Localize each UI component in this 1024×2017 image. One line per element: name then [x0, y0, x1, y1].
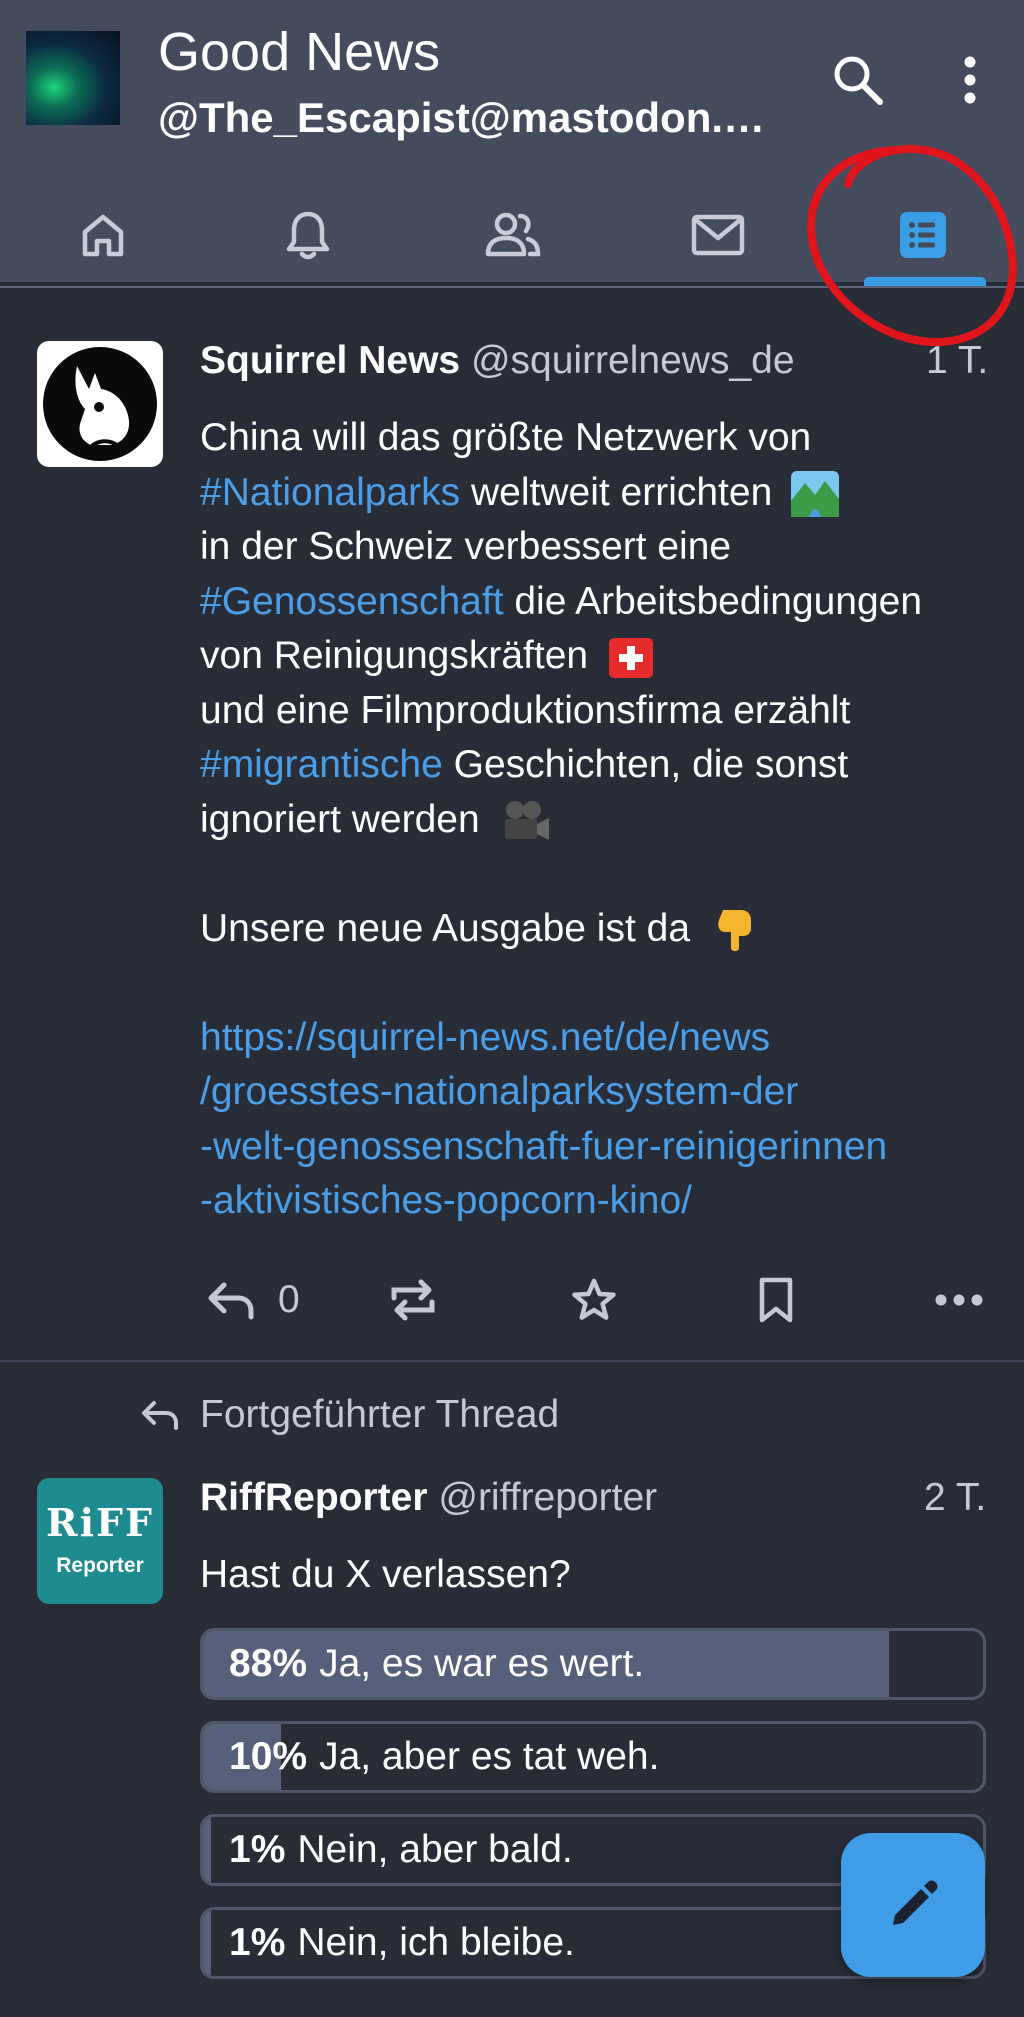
more-horizontal-icon — [935, 1294, 983, 1306]
post2-display-name[interactable]: RiffReporter — [200, 1476, 428, 1519]
article-link[interactable]: https://squirrel-news.net/de/news — [200, 1011, 1000, 1066]
users-icon — [485, 212, 540, 257]
post2-question: Hast du X verlassen? — [200, 1553, 571, 1596]
poll-percent: 1% — [229, 1921, 286, 1964]
more-menu-button[interactable] — [940, 50, 1000, 110]
post1-header: Squirrel News @squirrelnews_de — [200, 337, 795, 385]
riffreporter-avatar[interactable]: RiFF Reporter — [37, 1478, 163, 1604]
bell-icon — [286, 211, 329, 260]
tab-local[interactable] — [410, 188, 615, 282]
post1-text: ignoriert werden — [200, 797, 480, 841]
post1-line: von Reinigungskräften — [200, 629, 1000, 684]
pencil-icon — [893, 1880, 938, 1925]
annotation-circle — [807, 145, 1017, 347]
poll-bar — [203, 1910, 211, 1976]
poll-option[interactable]: 88% Ja, es war es wert. — [200, 1628, 986, 1700]
post1-text: Unsere neue Ausgabe ist da — [200, 906, 691, 950]
boost-icon — [391, 1279, 435, 1321]
compose-button[interactable] — [841, 1833, 985, 1977]
more-vertical-icon — [964, 56, 976, 104]
poll-label: Ja, aber es tat weh. — [319, 1735, 660, 1778]
post1-line: Unsere neue Ausgabe ist da — [200, 902, 1000, 957]
poll-label: Nein, ich bleibe. — [297, 1921, 575, 1964]
post1-text: von Reinigungskräften — [200, 634, 589, 677]
national-park-emoji-icon — [791, 471, 840, 518]
post1-line: in der Schweiz verbessert eine — [200, 525, 732, 568]
squirrel-logo-icon — [43, 347, 157, 461]
post1-line: #migrantische Geschichten, die sonst — [200, 738, 1000, 793]
post1-time: 1 T. — [926, 339, 989, 382]
post2-handle[interactable]: @riffreporter — [438, 1476, 657, 1519]
hashtag-link[interactable]: #Nationalparks — [200, 471, 460, 514]
bookmark-button[interactable] — [756, 1265, 796, 1335]
favourite-button[interactable] — [570, 1265, 618, 1335]
article-link[interactable]: -aktivistisches-popcorn-kino/ — [200, 1174, 1000, 1229]
pointing-down-emoji-icon — [718, 910, 751, 952]
reply-count: 0 — [278, 1278, 300, 1321]
reply-button[interactable]: 0 — [206, 1265, 300, 1335]
swiss-flag-emoji-icon — [608, 637, 653, 678]
tab-notifications[interactable] — [205, 188, 410, 282]
thread-indicator: Fortgeführter Thread — [140, 1387, 559, 1443]
post2-header: RiffReporter @riffreporter — [200, 1474, 657, 1522]
post-more-button[interactable] — [934, 1265, 984, 1335]
home-icon — [82, 214, 123, 257]
tab-home[interactable] — [0, 188, 205, 282]
post2-time: 2 T. — [924, 1476, 987, 1519]
post1-handle[interactable]: @squirrelnews_de — [471, 339, 795, 382]
post1-text: Geschichten, die sonst — [442, 743, 849, 786]
riff-logo-bottom: Reporter — [56, 1554, 144, 1577]
riff-logo-top: RiFF — [46, 1500, 154, 1545]
poll-label: Nein, aber bald. — [297, 1828, 573, 1871]
poll-label: Ja, es war es wert. — [319, 1642, 645, 1685]
post1-display-name[interactable]: Squirrel News — [200, 339, 460, 382]
post1-line: und eine Filmproduktionsfirma erzählt — [200, 688, 851, 732]
search-button[interactable] — [828, 50, 888, 110]
mail-icon — [691, 214, 744, 256]
account-avatar[interactable] — [26, 31, 120, 125]
tab-messages[interactable] — [615, 188, 820, 282]
poll-bar — [203, 1817, 211, 1883]
post1-blank-line — [200, 956, 1000, 1011]
star-icon — [572, 1278, 616, 1320]
account-handle: @The_Escapist@mastodon.so… — [158, 94, 778, 141]
hashtag-link[interactable]: #migrantische — [200, 743, 443, 786]
hashtag-link[interactable]: #Genossenschaft — [200, 580, 504, 623]
post1-line: #Nationalparks weltweit errichten — [200, 466, 1000, 521]
post1-blank-line — [200, 847, 1000, 902]
search-icon — [834, 56, 883, 105]
poll-option[interactable]: 10% Ja, aber es tat weh. — [200, 1721, 986, 1793]
poll-percent: 10% — [229, 1735, 308, 1778]
bookmark-icon — [759, 1277, 793, 1323]
movie-camera-emoji-icon — [504, 801, 549, 841]
reply-arrow-icon — [142, 1401, 178, 1430]
account-name: Good News — [158, 22, 441, 82]
reply-icon — [208, 1282, 254, 1320]
post1-line: #Genossenschaft die Arbeitsbedingungen — [200, 575, 1000, 630]
poll-percent: 88% — [229, 1642, 308, 1685]
poll-percent: 1% — [229, 1828, 286, 1871]
squirrel-news-avatar[interactable] — [37, 341, 163, 467]
post1-line: China will das größte Netzwerk von — [200, 416, 812, 459]
post1-line: ignoriert werden — [200, 793, 1000, 848]
article-link[interactable]: /groesstes-nationalparksystem-der — [200, 1065, 1000, 1120]
post1-content: China will das größte Netzwerk von #Nati… — [200, 411, 1000, 1229]
boost-button[interactable] — [388, 1265, 438, 1335]
post1-text: die Arbeitsbedingungen — [503, 579, 923, 623]
thread-note-label: Fortgeführter Thread — [200, 1393, 560, 1436]
post1-text: weltweit errichten — [460, 470, 773, 514]
article-link[interactable]: -welt-genossenschaft-fuer-reinigerinnen — [200, 1120, 1000, 1175]
post1-actions: 0 — [0, 1265, 1024, 1335]
post-divider — [0, 1360, 1024, 1362]
